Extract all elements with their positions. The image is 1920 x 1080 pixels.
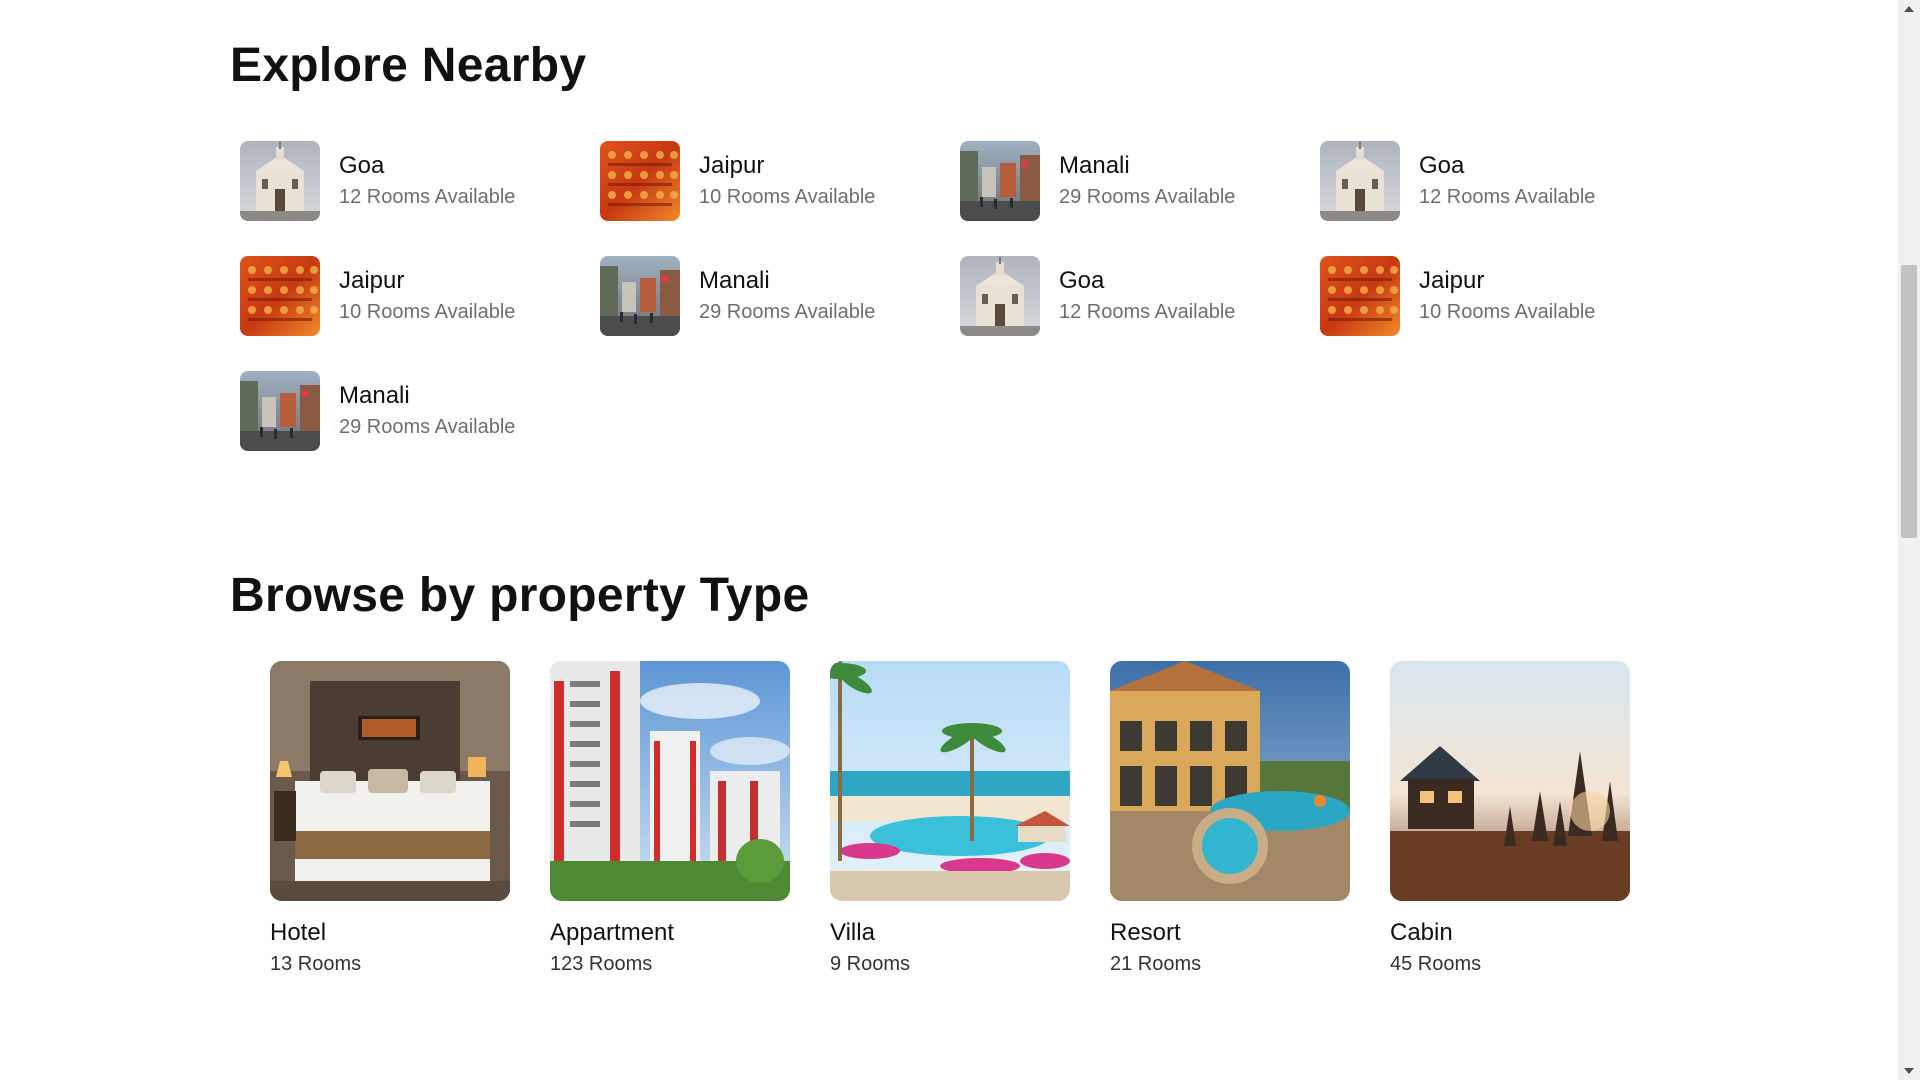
rooms-available: 29 Rooms Available — [339, 416, 516, 438]
jaipur-thumbnail — [600, 141, 680, 221]
villa-image — [830, 661, 1070, 901]
nearby-item-goa[interactable]: Goa 12 Rooms Available — [240, 141, 600, 221]
nearby-item-goa[interactable]: Goa 12 Rooms Available — [1320, 141, 1680, 221]
nearby-item-text: Goa 12 Rooms Available — [1419, 150, 1595, 212]
city-name: Manali — [699, 267, 770, 294]
rooms-available: 10 Rooms Available — [339, 301, 516, 323]
nearby-item-text: Manali 29 Rooms Available — [1059, 150, 1235, 212]
scroll-up-arrow-icon[interactable] — [1904, 6, 1914, 12]
nearby-item-text: Goa 12 Rooms Available — [1059, 265, 1235, 327]
goa-thumbnail — [960, 256, 1040, 336]
property-room-count: 123 Rooms — [550, 953, 653, 975]
city-name: Goa — [339, 152, 385, 179]
scrollbar-thumb[interactable] — [1901, 265, 1917, 538]
nearby-item-text: Goa 12 Rooms Available — [339, 150, 515, 212]
manali-thumbnail — [960, 141, 1040, 221]
property-name: Cabin — [1390, 919, 1453, 946]
property-card-apartment[interactable]: Appartment 123 Rooms — [550, 661, 790, 979]
jaipur-thumbnail — [240, 256, 320, 336]
goa-thumbnail — [1320, 141, 1400, 221]
property-room-count: 13 Rooms — [270, 953, 362, 975]
nearby-item-manali[interactable]: Manali 29 Rooms Available — [960, 141, 1320, 221]
property-card-hotel[interactable]: Hotel 13 Rooms — [270, 661, 510, 979]
property-name: Villa — [830, 919, 875, 946]
rooms-available: 10 Rooms Available — [699, 186, 876, 208]
scroll-down-arrow-icon[interactable] — [1904, 1068, 1914, 1074]
city-name: Jaipur — [699, 152, 765, 179]
property-room-count: 21 Rooms — [1110, 953, 1202, 975]
nearby-item-text: Manali 29 Rooms Available — [699, 265, 875, 327]
manali-thumbnail — [600, 256, 680, 336]
nearby-item-text: Jaipur 10 Rooms Available — [339, 265, 515, 327]
cabin-image — [1390, 661, 1630, 901]
hotel-image — [270, 661, 510, 901]
page: Explore Nearby Goa 12 Rooms Available Ja… — [0, 0, 1920, 1080]
property-type-list: Hotel 13 Rooms Appartment 123 Rooms Vill… — [270, 661, 1630, 979]
property-card-villa[interactable]: Villa 9 Rooms — [830, 661, 1070, 979]
property-room-count: 45 Rooms — [1390, 953, 1482, 975]
nearby-item-manali[interactable]: Manali 29 Rooms Available — [240, 371, 600, 451]
goa-thumbnail — [240, 141, 320, 221]
manali-thumbnail — [240, 371, 320, 451]
property-room-count: 9 Rooms — [830, 953, 911, 975]
city-name: Jaipur — [1419, 267, 1485, 294]
resort-image — [1110, 661, 1350, 901]
rooms-available: 12 Rooms Available — [1419, 186, 1596, 208]
nearby-item-text: Jaipur 10 Rooms Available — [1419, 265, 1595, 327]
property-name: Appartment — [550, 919, 675, 946]
rooms-available: 29 Rooms Available — [699, 301, 876, 323]
nearby-item-goa[interactable]: Goa 12 Rooms Available — [960, 256, 1320, 336]
browse-property-type-title: Browse by property Type — [230, 569, 810, 622]
property-name: Resort — [1110, 919, 1181, 946]
nearby-item-jaipur[interactable]: Jaipur 10 Rooms Available — [240, 256, 600, 336]
property-card-resort[interactable]: Resort 21 Rooms — [1110, 661, 1350, 979]
property-card-cabin[interactable]: Cabin 45 Rooms — [1390, 661, 1630, 979]
nearby-item-manali[interactable]: Manali 29 Rooms Available — [600, 256, 960, 336]
vertical-scrollbar[interactable] — [1898, 0, 1920, 1080]
apartment-image — [550, 661, 790, 901]
city-name: Goa — [1059, 267, 1105, 294]
explore-nearby-title: Explore Nearby — [230, 39, 587, 92]
explore-nearby-grid: Goa 12 Rooms Available Jaipur 10 Rooms A… — [240, 141, 1680, 451]
city-name: Goa — [1419, 152, 1465, 179]
property-name: Hotel — [270, 919, 327, 946]
city-name: Manali — [1059, 152, 1130, 179]
nearby-item-text: Jaipur 10 Rooms Available — [699, 150, 875, 212]
city-name: Manali — [339, 382, 410, 409]
rooms-available: 10 Rooms Available — [1419, 301, 1596, 323]
nearby-item-jaipur[interactable]: Jaipur 10 Rooms Available — [600, 141, 960, 221]
rooms-available: 12 Rooms Available — [339, 186, 516, 208]
rooms-available: 29 Rooms Available — [1059, 186, 1236, 208]
nearby-item-jaipur[interactable]: Jaipur 10 Rooms Available — [1320, 256, 1680, 336]
nearby-item-text: Manali 29 Rooms Available — [339, 380, 515, 442]
jaipur-thumbnail — [1320, 256, 1400, 336]
city-name: Jaipur — [339, 267, 405, 294]
rooms-available: 12 Rooms Available — [1059, 301, 1236, 323]
